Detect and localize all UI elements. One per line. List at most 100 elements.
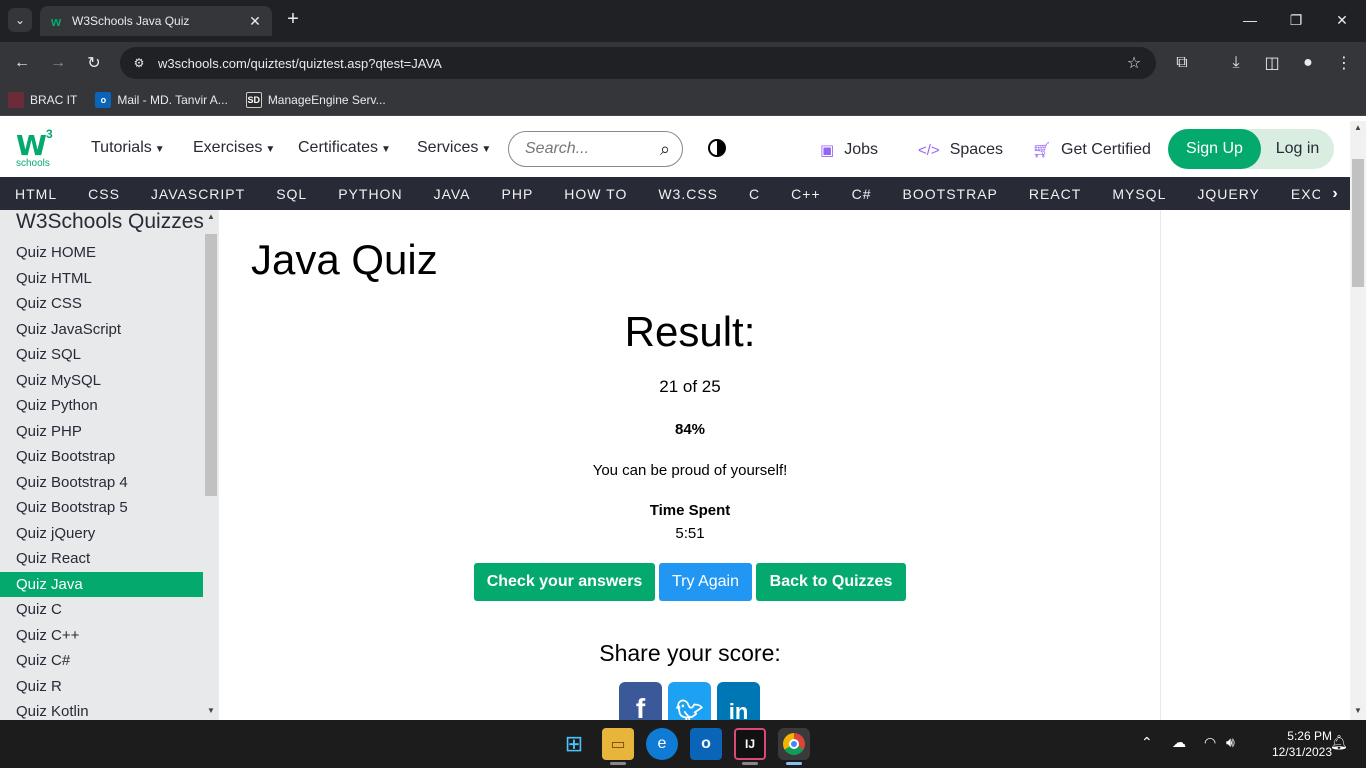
topic-link[interactable]: W3.CSS [658, 186, 718, 202]
sidebar-item[interactable]: Quiz JavaScript [0, 317, 203, 343]
topic-link[interactable]: CSS [88, 186, 120, 202]
sidebar-item[interactable]: Quiz CSS [0, 291, 203, 317]
sidebar-scrollbar[interactable]: ▲ ▼ [203, 210, 219, 720]
dark-mode-toggle-icon[interactable] [708, 139, 726, 157]
browser-tab[interactable]: w W3Schools Java Quiz ✕ [40, 6, 272, 36]
menu-exercises[interactable]: Exercises ▼ [193, 139, 275, 157]
search-icon[interactable]: ⌕ [648, 139, 682, 160]
new-tab-icon[interactable]: + [282, 8, 304, 30]
topic-link[interactable]: HTML [15, 186, 57, 202]
check-answers-button[interactable]: Check your answers [474, 563, 655, 601]
jobs-link[interactable]: ▣ Jobs [820, 141, 878, 159]
site-info-icon[interactable]: ⚙ [124, 48, 154, 78]
try-again-button[interactable]: Try Again [659, 563, 752, 601]
outlook-icon[interactable]: o [690, 728, 722, 760]
forward-icon[interactable]: → [46, 51, 70, 75]
sidebar-item[interactable]: Quiz Java [0, 571, 203, 597]
sidebar-item[interactable]: Quiz Kotlin [0, 699, 203, 720]
close-window-icon[interactable]: ✕ [1330, 8, 1354, 32]
sidebar-item[interactable]: Quiz Bootstrap 4 [0, 470, 203, 496]
search-input[interactable]: Search... ⌕ [508, 131, 683, 167]
topic-link[interactable]: JQUERY [1197, 186, 1260, 202]
w3schools-logo[interactable]: W 3 schools [16, 127, 60, 171]
chrome-icon[interactable] [778, 728, 810, 760]
page-scroll-thumb[interactable] [1352, 159, 1364, 287]
notification-bell-icon[interactable]: 🔔︎ [1330, 734, 1348, 751]
page-scroll-down-icon[interactable]: ▼ [1350, 706, 1366, 715]
tray-overflow-icon[interactable]: ⌃ [1141, 734, 1153, 751]
volume-icon[interactable]: 🔊︎ [1226, 734, 1235, 751]
reload-icon[interactable]: ↻ [82, 51, 106, 75]
scroll-down-icon[interactable]: ▼ [203, 706, 219, 715]
topic-link[interactable]: REACT [1029, 186, 1081, 202]
sidebar-item[interactable]: Quiz SQL [0, 342, 203, 368]
sidebar-item[interactable]: Quiz C [0, 597, 203, 623]
topic-link[interactable]: JAVASCRIPT [151, 186, 245, 202]
get-certified-link[interactable]: 🛒︎ Get Certified [1032, 141, 1151, 159]
topic-link[interactable]: HOW TO [564, 186, 627, 202]
facebook-icon[interactable]: f [619, 682, 662, 725]
bookmark-brac-it[interactable]: BRAC IT [8, 91, 77, 108]
profile-icon[interactable]: ● [1296, 51, 1320, 75]
topic-link[interactable]: MYSQL [1112, 186, 1166, 202]
bookmark-manageengine[interactable]: SD ManageEngine Serv... [245, 91, 386, 108]
linkedin-icon[interactable]: in [717, 682, 760, 725]
back-to-quizzes-button[interactable]: Back to Quizzes [756, 563, 906, 601]
spaces-label: Spaces [949, 141, 1004, 158]
twitter-icon[interactable]: 🐦︎ [668, 682, 711, 725]
file-explorer-icon[interactable]: ▭ [602, 728, 634, 760]
intellij-icon[interactable]: IJ [734, 728, 766, 760]
windows-start-icon[interactable]: ⊞ [558, 728, 590, 760]
close-tab-icon[interactable]: ✕ [246, 13, 264, 30]
system-clock[interactable]: 5:26 PM 12/31/2023 [1256, 728, 1332, 760]
sidebar-item[interactable]: Quiz C# [0, 648, 203, 674]
tab-search-icon[interactable]: ⌄ [8, 8, 32, 32]
chevron-right-icon[interactable]: › [1320, 177, 1350, 210]
bookmark-star-icon[interactable]: ☆ [1120, 53, 1148, 73]
logo-schools: schools [16, 158, 50, 169]
topic-link[interactable]: C# [852, 186, 872, 202]
sidebar-item[interactable]: Quiz HTML [0, 266, 203, 292]
sidebar-item[interactable]: Quiz Bootstrap [0, 444, 203, 470]
menu-label: Tutorials [91, 139, 152, 156]
page-scroll-up-icon[interactable]: ▲ [1350, 123, 1366, 132]
download-icon[interactable]: ⤓ [1224, 51, 1248, 75]
topic-link[interactable]: PYTHON [338, 186, 402, 202]
bookmark-mail[interactable]: o Mail - MD. Tanvir A... [95, 91, 228, 108]
spaces-link[interactable]: </> Spaces [918, 141, 1003, 159]
sign-up-button[interactable]: Sign Up [1168, 129, 1261, 169]
topic-link[interactable]: PHP [502, 186, 534, 202]
scroll-up-icon[interactable]: ▲ [203, 212, 219, 221]
topic-link[interactable]: C++ [791, 186, 820, 202]
side-panel-icon[interactable]: ◫ [1260, 51, 1284, 75]
menu-services[interactable]: Services ▼ [417, 139, 491, 157]
address-bar[interactable]: ⚙ w3schools.com/quiztest/quiztest.asp?qt… [120, 47, 1156, 79]
back-icon[interactable]: ← [10, 51, 34, 75]
url-text[interactable]: w3schools.com/quiztest/quiztest.asp?qtes… [158, 56, 1120, 71]
sidebar-item[interactable]: Quiz Bootstrap 5 [0, 495, 203, 521]
edge-icon[interactable]: e [646, 728, 678, 760]
menu-tutorials[interactable]: Tutorials ▼ [91, 139, 165, 157]
sidebar-item[interactable]: Quiz R [0, 674, 203, 700]
topic-link[interactable]: SQL [276, 186, 307, 202]
log-in-button[interactable]: Log in [1261, 129, 1334, 169]
sidebar-item[interactable]: Quiz PHP [0, 419, 203, 445]
sidebar-item[interactable]: Quiz jQuery [0, 521, 203, 547]
restore-icon[interactable]: ❐ [1284, 8, 1308, 32]
sidebar-item[interactable]: Quiz HOME [0, 240, 203, 266]
sidebar-item[interactable]: Quiz MySQL [0, 368, 203, 394]
topic-link[interactable]: BOOTSTRAP [903, 186, 998, 202]
wifi-icon[interactable]: ◠ [1204, 734, 1216, 751]
onedrive-icon[interactable]: ☁ [1172, 734, 1186, 751]
sidebar-item[interactable]: Quiz C++ [0, 623, 203, 649]
sidebar-scroll-thumb[interactable] [205, 234, 217, 496]
menu-certificates[interactable]: Certificates ▼ [298, 139, 391, 157]
sidebar-item[interactable]: Quiz React [0, 546, 203, 572]
page-scrollbar[interactable]: ▲ ▼ [1350, 121, 1366, 720]
topic-link[interactable]: JAVA [434, 186, 471, 202]
sidebar-item[interactable]: Quiz Python [0, 393, 203, 419]
more-menu-icon[interactable]: ⋮ [1332, 51, 1356, 75]
minimize-icon[interactable]: — [1238, 8, 1262, 32]
topic-link[interactable]: C [749, 186, 760, 202]
extensions-icon[interactable]: ⧉ [1170, 51, 1194, 75]
